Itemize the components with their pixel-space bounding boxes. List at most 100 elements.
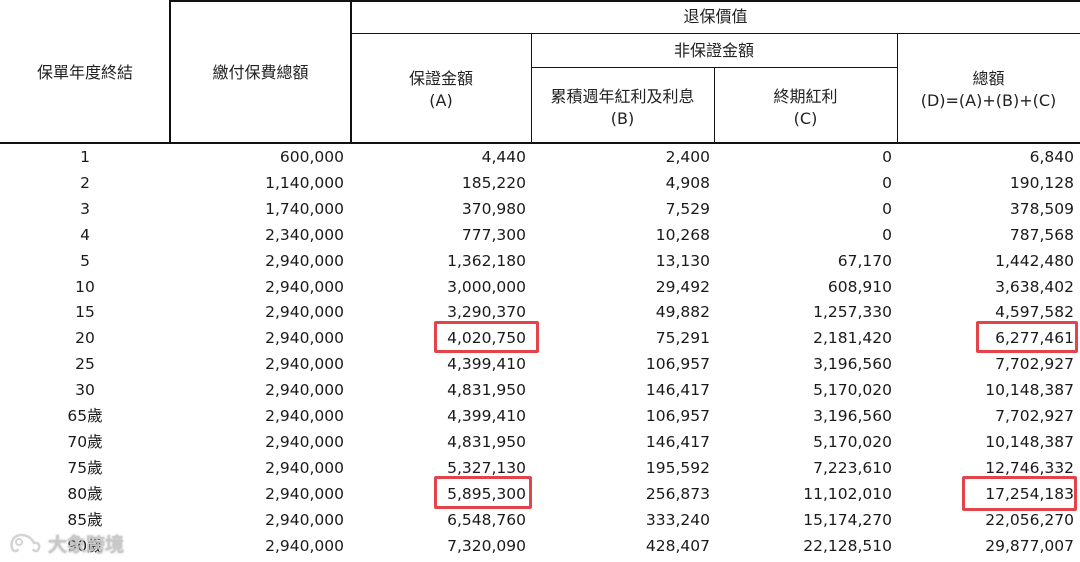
cell-guaranteed: 4,440 — [481, 148, 526, 166]
cell-year-end: 3 — [80, 199, 90, 218]
table-row: 15 2,940,000 3,290,370 49,882 1,257,330 4,597… — [0, 299, 1080, 325]
header-surrender-value: 退保價值 — [683, 7, 748, 26]
table-row: 2 1,140,000 185,220 4,908 0 190,128 — [0, 170, 1080, 196]
cell-total-paid: 2,940,000 — [265, 484, 344, 503]
highlight-box-year20-total — [976, 321, 1078, 353]
cell-reversionary-bonus: 256,873 — [645, 484, 710, 503]
cell-year-end: 20 — [75, 329, 95, 348]
cell-year-end: 80歲 — [67, 484, 103, 503]
cell-total: 7,702,927 — [995, 407, 1074, 425]
cell-reversionary-bonus: 333,240 — [645, 510, 710, 529]
cell-terminal-bonus: 15,174,270 — [803, 510, 892, 529]
highlight-box-year20-guaranteed — [434, 321, 539, 353]
cell-terminal-bonus: 0 — [882, 199, 892, 218]
header-reversionary: 累積週年紅利及利息 (B) — [531, 86, 714, 130]
cell-guaranteed: 4,399,410 — [447, 407, 526, 425]
cell-guaranteed: 4,399,410 — [447, 355, 526, 374]
header-total: 總額 (D)=(A)+(B)+(C) — [897, 68, 1080, 112]
cell-total-paid: 2,940,000 — [265, 381, 344, 400]
cell-year-end: 10 — [75, 277, 95, 296]
table-row: 80歲 2,940,000 5,895,300 256,873 11,102,010 17… — [0, 481, 1080, 507]
table-row: 90歲 2,940,000 7,320,090 428,407 22,128,510 29… — [0, 533, 1080, 559]
header-year-end: 保單年度終結 — [36, 63, 133, 82]
table-row: 25 2,940,000 4,399,410 106,957 3,196,560 7,70… — [0, 351, 1080, 377]
header-total-paid: 繳付保費總額 — [212, 63, 309, 82]
cell-total-paid: 2,940,000 — [265, 355, 344, 374]
cell-total: 7,702,927 — [995, 355, 1074, 374]
cell-terminal-bonus: 0 — [882, 225, 892, 244]
cell-reversionary-bonus: 195,592 — [645, 458, 710, 477]
cell-reversionary-bonus: 146,417 — [645, 432, 710, 451]
header-total-label: 總額 — [972, 69, 1005, 88]
cell-year-end: 4 — [80, 225, 90, 244]
cell-total-paid: 2,940,000 — [265, 277, 344, 296]
cell-terminal-bonus: 5,170,020 — [813, 381, 892, 400]
cell-guaranteed: 370,980 — [461, 199, 526, 218]
watermark: 大象跨境 — [8, 527, 124, 559]
cell-total-paid: 2,940,000 — [265, 303, 344, 322]
cell-total: 29,877,007 — [985, 536, 1074, 555]
cell-total-paid: 2,940,000 — [265, 432, 344, 451]
cell-total-paid: 2,940,000 — [265, 251, 344, 270]
cell-guaranteed: 3,000,000 — [447, 277, 526, 296]
cell-terminal-bonus: 22,128,510 — [803, 536, 892, 555]
cell-total: 190,128 — [1009, 173, 1074, 192]
cell-total-paid: 1,740,000 — [265, 199, 344, 218]
cell-year-end: 5 — [80, 251, 90, 270]
cell-reversionary-bonus: 13,130 — [655, 251, 710, 270]
cell-guaranteed: 6,548,760 — [447, 510, 526, 529]
cell-total: 787,568 — [1009, 225, 1074, 244]
cell-total: 6,840 — [1029, 148, 1074, 166]
cell-year-end: 70歲 — [67, 432, 103, 451]
cell-terminal-bonus: 0 — [882, 148, 892, 166]
table-row: 4 2,340,000 777,300 10,268 0 787,568 — [0, 222, 1080, 248]
cell-total-paid: 2,340,000 — [265, 225, 344, 244]
cell-year-end: 1 — [80, 148, 90, 166]
cell-reversionary-bonus: 10,268 — [655, 225, 710, 244]
cell-reversionary-bonus: 4,908 — [665, 173, 710, 192]
cell-guaranteed: 4,831,950 — [447, 381, 526, 400]
cell-year-end: 25 — [75, 355, 95, 374]
cell-reversionary-bonus: 106,957 — [645, 407, 710, 425]
cell-total-paid: 600,000 — [279, 148, 344, 166]
cell-reversionary-bonus: 428,407 — [645, 536, 710, 555]
cell-guaranteed: 777,300 — [461, 225, 526, 244]
cell-total: 10,148,387 — [985, 432, 1074, 451]
cell-year-end: 30 — [75, 381, 95, 400]
cell-total-paid: 1,140,000 — [265, 173, 344, 192]
cell-total-paid: 2,940,000 — [265, 329, 344, 348]
cell-year-end: 65歲 — [67, 407, 103, 425]
cell-total-paid: 2,940,000 — [265, 458, 344, 477]
highlight-box-age80-guaranteed — [434, 476, 532, 509]
cell-reversionary-bonus: 7,529 — [665, 199, 710, 218]
cell-total: 3,638,402 — [995, 277, 1074, 296]
cell-reversionary-bonus: 2,400 — [665, 148, 710, 166]
header-terminal-label: 終期紅利 — [773, 87, 838, 106]
table-row: 85歲 2,940,000 6,548,760 333,240 15,174,270 22… — [0, 507, 1080, 533]
cell-terminal-bonus: 7,223,610 — [813, 458, 892, 477]
cell-terminal-bonus: 3,196,560 — [813, 355, 892, 374]
table-row: 30 2,940,000 4,831,950 146,417 5,170,020 10,1… — [0, 377, 1080, 403]
watermark-text: 大象跨境 — [48, 533, 125, 556]
header-reversionary-code: (B) — [610, 109, 635, 128]
header-terminal-code: (C) — [793, 109, 818, 128]
cell-reversionary-bonus: 29,492 — [655, 277, 710, 296]
header-non-guaranteed: 非保證金額 — [673, 41, 754, 60]
cell-reversionary-bonus: 106,957 — [645, 355, 710, 374]
cell-terminal-bonus: 11,102,010 — [803, 484, 892, 503]
cell-guaranteed: 185,220 — [461, 173, 526, 192]
cell-terminal-bonus: 2,181,420 — [813, 329, 892, 348]
cell-terminal-bonus: 3,196,560 — [813, 407, 892, 425]
table-row: 10 2,940,000 3,000,000 29,492 608,910 3,638,4… — [0, 274, 1080, 300]
cell-terminal-bonus: 608,910 — [827, 277, 892, 296]
header-guaranteed-label: 保證金額 — [408, 69, 473, 88]
table-row: 75歲 2,940,000 5,327,130 195,592 7,223,610 12,… — [0, 455, 1080, 481]
cell-total-paid: 2,940,000 — [265, 407, 344, 425]
cell-year-end: 75歲 — [67, 458, 103, 477]
table-row: 5 2,940,000 1,362,180 13,130 67,170 1,442,480 — [0, 248, 1080, 274]
cell-terminal-bonus: 5,170,020 — [813, 432, 892, 451]
cell-guaranteed: 1,362,180 — [447, 251, 526, 270]
policy-value-table: 保單年度終結 繳付保費總額 退保價值 非保證金額 保證金額 (A) 累積週年紅利… — [0, 0, 1080, 562]
table-row: 3 1,740,000 370,980 7,529 0 378,509 — [0, 196, 1080, 222]
table-row: 1 600,000 4,440 2,400 0 6,840 — [0, 144, 1080, 170]
